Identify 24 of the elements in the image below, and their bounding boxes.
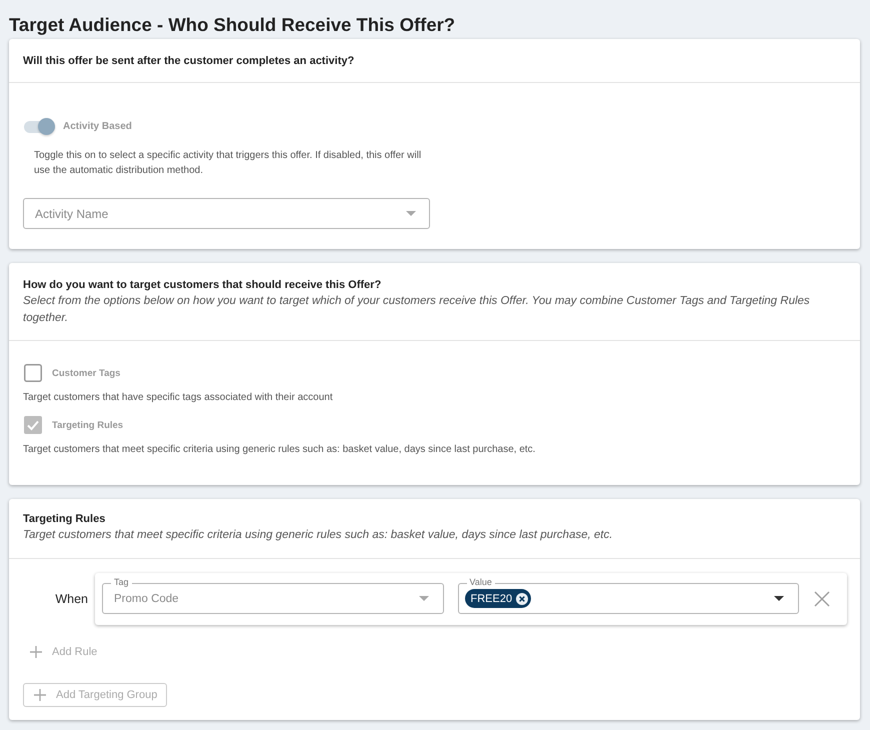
section-question: Will this offer be sent after the customer completes an activity? xyxy=(23,54,356,69)
section-title: Targeting Rules xyxy=(23,512,106,527)
section-question: How do you want to target customers that should receive this Offer? xyxy=(23,278,382,293)
checkbox-label: Targeting Rules xyxy=(52,420,124,430)
rule-connector: When xyxy=(54,592,88,606)
toggle-label: Activity Based xyxy=(63,121,132,132)
help-text: Toggle this on to select a specific activity that triggers this offer. If disabled, this offer will use the automatic distribution method. xyxy=(34,149,422,178)
floating-label: Tag xyxy=(111,577,132,588)
page-title: Target Audience - Who Should Receive This Offer? xyxy=(9,13,456,37)
section-description: Select from the options below on how you want to target which of your customers receive this Offer. You may combine Customer Tags and Targeting Rules together. xyxy=(23,294,811,326)
checkbox-label: Customer Tags xyxy=(52,368,120,378)
select-value: Promo Code xyxy=(114,592,179,604)
caret-icon xyxy=(418,596,428,601)
close-icon[interactable] xyxy=(516,592,528,604)
section-description: Target customers that meet specific criteria using generic rules such as: basket value, days since last purchase, etc. xyxy=(23,528,614,543)
option-description: Target customers that have specific tags associated with their account xyxy=(23,391,334,405)
value-chip[interactable]: FREE20 xyxy=(464,589,532,608)
caret-icon xyxy=(774,596,784,601)
activity-select[interactable]: Activity Name xyxy=(23,198,430,229)
floating-label: Value xyxy=(466,577,495,588)
plus-icon xyxy=(30,646,42,658)
option-description: Target customers that meet specific criteria using generic rules such as: basket value, days since last purchase, etc. xyxy=(23,443,536,457)
plus-icon xyxy=(34,689,46,701)
caret-icon xyxy=(406,211,416,216)
